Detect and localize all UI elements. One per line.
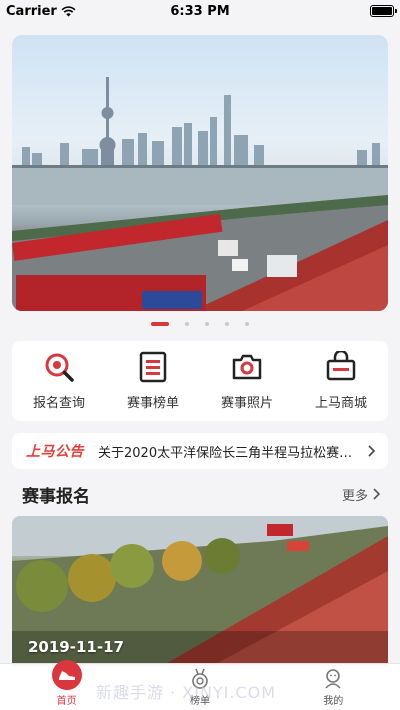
camera-icon [232, 354, 262, 380]
banner-carousel[interactable] [12, 35, 388, 311]
status-bar: Carrier 6:33 PM [0, 0, 400, 22]
tab-label: 首页 [56, 696, 77, 707]
announcement-bar[interactable]: 上马公告 关于2020太平洋保险长三角半程马拉松赛事取消的公告 [12, 433, 388, 469]
pager-dot[interactable] [205, 322, 209, 326]
section-title: 赛事报名 [22, 486, 90, 507]
pager-dot[interactable] [245, 322, 249, 326]
quick-menu-label: 上马商城 [314, 396, 367, 411]
banner-pager[interactable] [0, 322, 400, 326]
quick-menu-leaderboard[interactable]: 赛事榜单 [108, 351, 198, 411]
pager-dot[interactable] [185, 322, 189, 326]
pager-dot-active[interactable] [151, 322, 169, 326]
more-link[interactable]: 更多 [342, 485, 380, 504]
announcement-logo: 上马公告 [26, 444, 84, 460]
running-shoe-icon [51, 660, 82, 690]
announcement-text[interactable]: 关于2020太平洋保险长三角半程马拉松赛事取消的公告 [98, 442, 358, 461]
shop-basket-icon [326, 351, 356, 381]
list-icon [139, 351, 167, 383]
tab-home[interactable]: 首页 [27, 660, 107, 707]
profile-icon [325, 669, 341, 689]
carrier-label: Carrier [6, 3, 57, 19]
quick-menu-label: 报名查询 [32, 396, 85, 411]
chevron-right-icon [373, 488, 380, 500]
search-icon [45, 353, 74, 382]
battery-icon [370, 5, 397, 17]
event-card[interactable]: 2019-11-17 [12, 516, 388, 666]
carrier-info: Carrier [6, 4, 76, 19]
more-label: 更多 [341, 488, 368, 504]
wifi-icon [61, 5, 76, 16]
tab-profile[interactable]: 我的 [293, 668, 373, 707]
tab-label: 我的 [323, 696, 344, 707]
watermark: 新趣手游 · XINYI.COM [96, 683, 277, 702]
quick-menu-shop[interactable]: 上马商城 [296, 351, 386, 411]
quick-menu: 报名查询 赛事榜单 赛事照片 上马商城 [12, 341, 388, 421]
quick-menu-registration-query[interactable]: 报名查询 [14, 351, 104, 411]
quick-menu-label: 赛事照片 [220, 396, 273, 411]
chevron-right-icon [368, 445, 376, 457]
banner-image [12, 77, 388, 311]
event-date: 2019-11-17 [28, 638, 124, 656]
quick-menu-label: 赛事榜单 [126, 396, 179, 411]
quick-menu-photos[interactable]: 赛事照片 [202, 351, 292, 411]
event-registration-header: 赛事报名 更多 [22, 482, 380, 507]
pager-dot[interactable] [225, 322, 229, 326]
